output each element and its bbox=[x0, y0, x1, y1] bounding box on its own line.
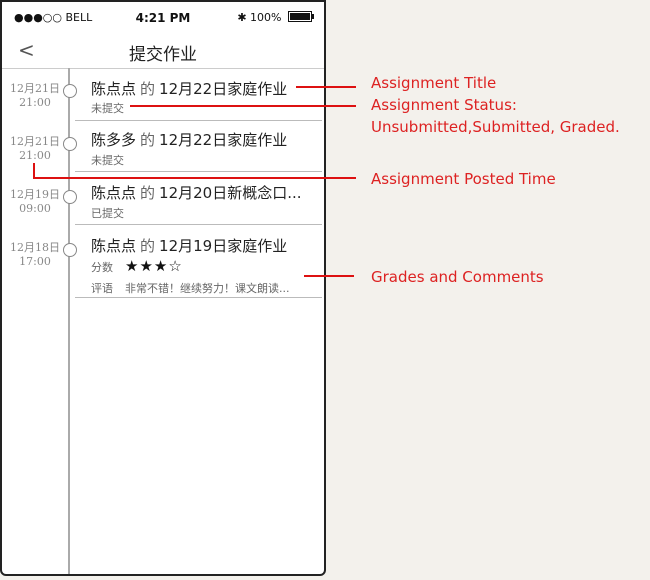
nav-bar: < 提交作业 bbox=[2, 32, 324, 69]
battery-icon bbox=[288, 11, 314, 22]
status-pointer bbox=[130, 105, 356, 107]
star-rating: ★★★☆ bbox=[125, 257, 183, 275]
battery-percent: 100% bbox=[250, 11, 282, 24]
divider bbox=[75, 297, 322, 298]
posted-date: 12月21日 21:00 bbox=[10, 135, 60, 162]
page-title: 提交作业 bbox=[129, 45, 197, 65]
annotation-posted-time: Assignment Posted Time bbox=[371, 170, 556, 188]
assignment-title: 陈点点的 12月22日家庭作业 bbox=[91, 80, 288, 98]
divider bbox=[75, 224, 322, 225]
title-pointer bbox=[296, 86, 356, 88]
bluetooth-icon: ✱ bbox=[237, 11, 247, 24]
battery-indicator: ✱ 100% bbox=[237, 11, 314, 24]
comment-row: 评语 非常不错！继续努力！课文朗读... bbox=[91, 282, 290, 295]
assignment-status: 已提交 bbox=[91, 207, 124, 220]
timeline-dot bbox=[63, 243, 77, 257]
phone-screen: ●●●○○ BELL 4:21 PM ✱ 100% < 提交作业 12月21日 2… bbox=[0, 0, 326, 576]
assignment-status: 未提交 bbox=[91, 102, 124, 115]
assignment-status: 未提交 bbox=[91, 154, 124, 167]
divider bbox=[75, 120, 322, 121]
divider bbox=[75, 171, 322, 172]
grades-pointer bbox=[304, 275, 354, 277]
assignment-title: 陈多多的 12月22日家庭作业 bbox=[91, 131, 288, 149]
posted-time-pointer bbox=[33, 177, 356, 179]
assignment-title: 陈点点的 12月20日新概念口... bbox=[91, 184, 302, 202]
annotation-status: Assignment Status: Unsubmitted,Submitted,… bbox=[371, 96, 620, 136]
assignment-title: 陈点点的 12月19日家庭作业 bbox=[91, 237, 288, 255]
timeline-dot bbox=[63, 190, 77, 204]
annotation-title: Assignment Title bbox=[371, 74, 497, 92]
status-bar: ●●●○○ BELL 4:21 PM ✱ 100% bbox=[2, 2, 324, 32]
posted-date: 12月19日 09:00 bbox=[10, 188, 60, 215]
score-row: 分数 ★★★☆ bbox=[91, 257, 183, 275]
timeline-dot bbox=[63, 84, 77, 98]
annotation-grades: Grades and Comments bbox=[371, 268, 544, 286]
posted-date: 12月18日 17:00 bbox=[10, 241, 60, 268]
timeline-dot bbox=[63, 137, 77, 151]
comment-text: 非常不错！继续努力！课文朗读... bbox=[125, 282, 290, 295]
posted-date: 12月21日 21:00 bbox=[10, 82, 60, 109]
